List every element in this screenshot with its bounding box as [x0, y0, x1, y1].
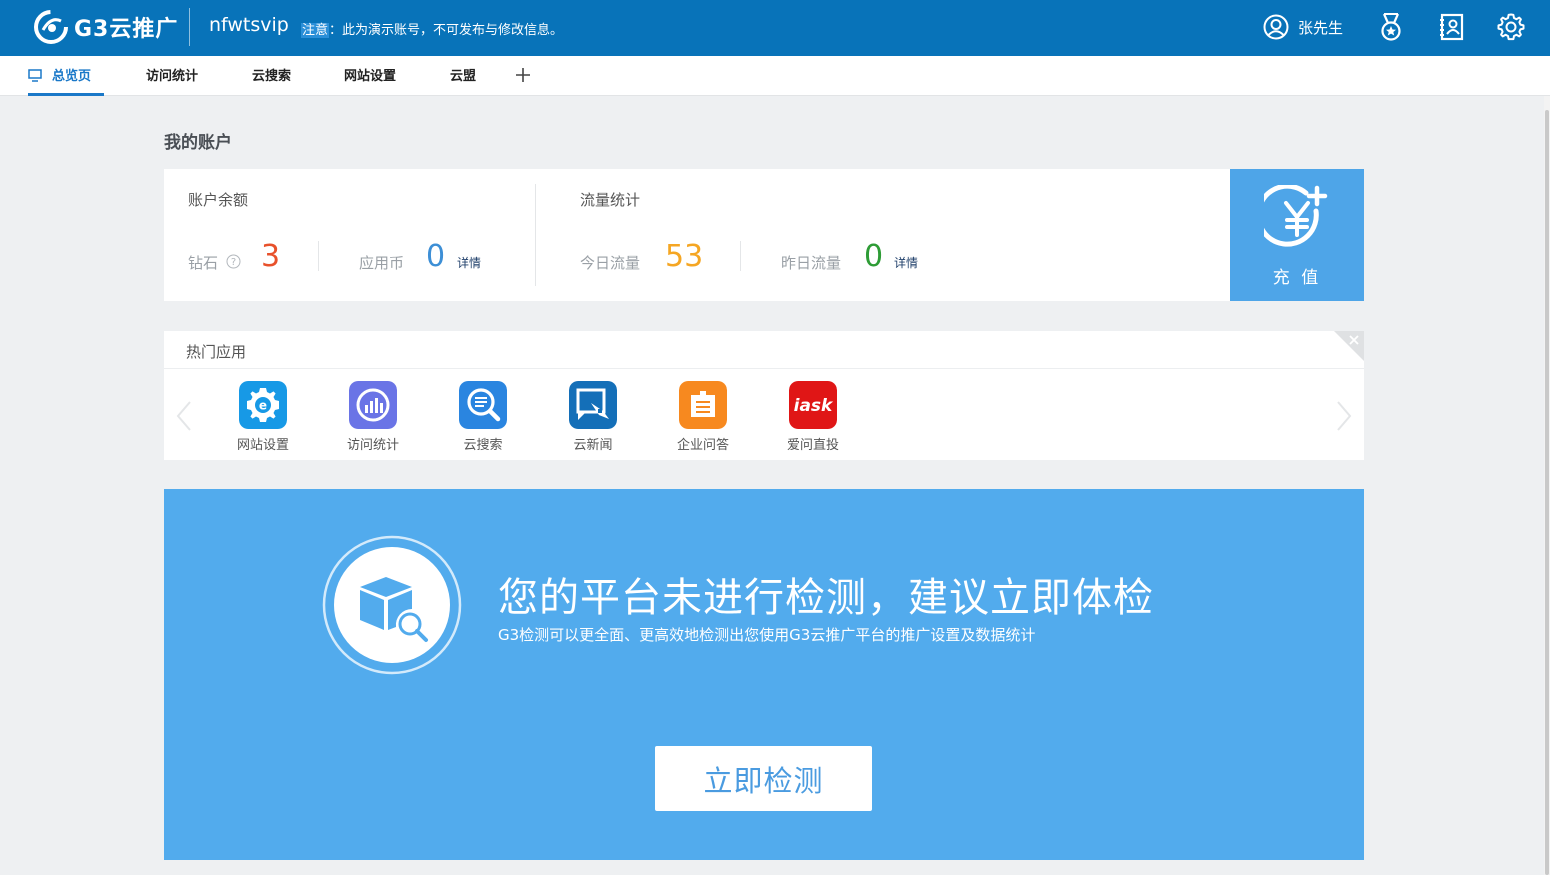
cloud-search-icon: [459, 381, 507, 429]
app-name: 爱问直投: [786, 438, 839, 453]
prev-arrow-icon[interactable]: [174, 399, 194, 433]
today-traffic-value: 53: [665, 239, 704, 274]
yesterday-traffic-label: 昨日流量: [781, 254, 842, 272]
gear-icon[interactable]: [1496, 12, 1526, 42]
traffic-detail-link[interactable]: 详情: [894, 254, 918, 271]
svg-text:iask: iask: [794, 396, 834, 416]
hot-apps-header: 热门应用: [164, 331, 1364, 369]
my-account-title: 我的账户: [164, 133, 232, 153]
help-icon[interactable]: ?: [226, 254, 241, 269]
traffic-label: 流量统计: [580, 191, 641, 209]
tab-visit-stats[interactable]: 访问统计: [146, 56, 198, 96]
contacts-icon[interactable]: [1437, 12, 1467, 42]
banner-subtitle: G3检测可以更全面、更高效地检测出您使用G3云推广平台的推广设置及数据统计: [498, 626, 1036, 644]
header-divider: [189, 8, 190, 46]
app-name: 企业问答: [676, 438, 729, 453]
cloud-news-icon: [569, 381, 617, 429]
package-search-icon: [322, 535, 462, 675]
svg-text:?: ?: [231, 257, 236, 268]
yesterday-traffic-value: 0: [864, 239, 884, 274]
notice-text: ：此为演示账号，不可发布与修改信息。: [329, 23, 564, 38]
app-enterprise-qa[interactable]: 企业问答: [663, 381, 743, 453]
add-tab-icon[interactable]: [514, 66, 532, 84]
account-card: 账户余额 钻石 ? 3 应用币 0 详情 流量统计 今日流量 53 昨日流量 0…: [164, 169, 1230, 301]
scrollbar-thumb[interactable]: [1545, 110, 1549, 875]
logo-mark-icon: [34, 10, 68, 44]
yen-plus-icon: [1264, 185, 1328, 247]
today-traffic-label: 今日流量: [580, 254, 641, 272]
monitor-icon: [28, 69, 42, 82]
app-website-settings[interactable]: e 网站设置: [223, 381, 303, 453]
hot-apps-card: 热门应用 e 网站设置 访问统计 云搜索 云新闻 企业问答 iask 爱问直投: [164, 331, 1364, 460]
iask-icon: iask: [789, 381, 837, 429]
top-header: G3云推广 nfwtsvip 注意：此为演示账号，不可发布与修改信息。 张先生: [0, 0, 1550, 56]
tab-website-settings[interactable]: 网站设置: [344, 56, 396, 96]
check-now-button[interactable]: 立即检测: [655, 746, 872, 811]
visit-stats-icon: [349, 381, 397, 429]
user-icon: [1263, 14, 1289, 40]
account-name: nfwtsvip: [209, 14, 289, 36]
app-cloud-news[interactable]: 云新闻: [553, 381, 633, 453]
user-name: 张先生: [1298, 18, 1344, 37]
app-iask[interactable]: iask 爱问直投: [773, 381, 853, 453]
notice-highlight: 注意: [301, 23, 330, 38]
website-settings-icon: e: [239, 381, 287, 429]
app-name: 云搜索: [463, 438, 503, 453]
page-scrollbar[interactable]: [1544, 96, 1550, 875]
close-icon[interactable]: [1334, 331, 1364, 361]
logo[interactable]: G3云推广: [32, 8, 178, 46]
group-separator: [535, 184, 536, 286]
stat-separator: [740, 241, 741, 271]
tab-bar: 总览页 访问统计 云搜索 网站设置 云盟: [0, 56, 1550, 96]
app-name: 云新闻: [573, 438, 613, 453]
app-name: 网站设置: [236, 438, 289, 453]
demo-notice: 注意：此为演示账号，不可发布与修改信息。: [301, 19, 563, 38]
recharge-button[interactable]: 充 值: [1230, 169, 1364, 301]
next-arrow-icon[interactable]: [1334, 399, 1354, 433]
tab-label: 总览页: [52, 69, 92, 84]
tab-overview[interactable]: 总览页: [28, 56, 104, 96]
coin-label: 应用币: [359, 254, 405, 272]
app-name: 访问统计: [346, 438, 399, 453]
recharge-label: 充 值: [1272, 268, 1322, 288]
user-menu[interactable]: 张先生: [1262, 13, 1343, 41]
tab-cloud-search[interactable]: 云搜索: [252, 56, 291, 96]
hot-apps-title: 热门应用: [186, 343, 247, 361]
balance-detail-link[interactable]: 详情: [457, 254, 481, 271]
app-cloud-search[interactable]: 云搜索: [443, 381, 523, 453]
banner-title: 您的平台未进行检测，建议立即体检: [498, 575, 1154, 621]
balance-label: 账户余额: [188, 191, 249, 209]
app-visit-stats[interactable]: 访问统计: [333, 381, 413, 453]
enterprise-qa-icon: [679, 381, 727, 429]
logo-text: G3云推广: [74, 17, 179, 42]
health-check-banner: 您的平台未进行检测，建议立即体检 G3检测可以更全面、更高效地检测出您使用G3云…: [164, 489, 1364, 860]
svg-text:e: e: [259, 399, 267, 413]
diamond-value: 3: [261, 239, 281, 274]
stat-separator: [318, 241, 319, 271]
tab-cloud-alliance[interactable]: 云盟: [450, 56, 476, 96]
coin-value: 0: [426, 239, 446, 274]
medal-icon[interactable]: [1376, 12, 1406, 42]
diamond-label: 钻石: [188, 254, 219, 272]
